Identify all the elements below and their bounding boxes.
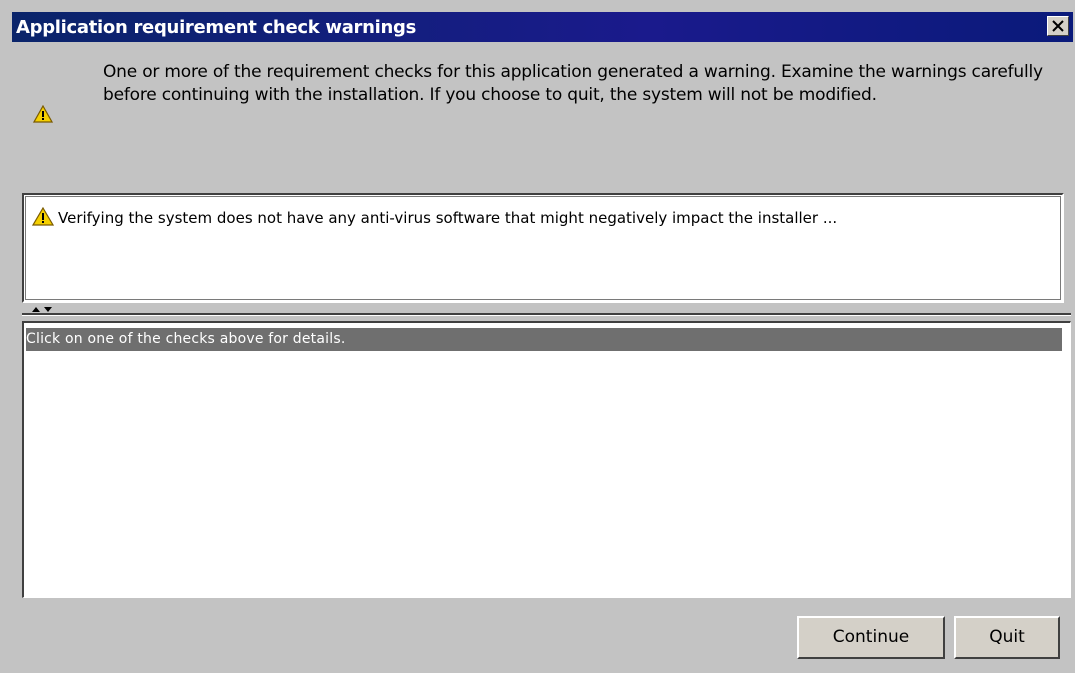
window-title: Application requirement check warnings bbox=[16, 17, 417, 38]
title-bar[interactable]: Application requirement check warnings bbox=[12, 12, 1073, 42]
quit-button[interactable]: Quit bbox=[954, 616, 1060, 659]
close-button[interactable] bbox=[1047, 16, 1069, 36]
pane-splitter[interactable] bbox=[22, 305, 1073, 319]
checks-list[interactable]: Verifying the system does not have any a… bbox=[22, 193, 1064, 303]
check-item[interactable]: Verifying the system does not have any a… bbox=[32, 207, 837, 227]
splitter-line bbox=[22, 313, 1071, 316]
warning-icon bbox=[33, 105, 53, 123]
close-icon bbox=[1052, 20, 1064, 32]
warning-message: One or more of the requirement checks fo… bbox=[103, 62, 1043, 105]
warning-icon bbox=[32, 207, 54, 226]
details-panel: Click on one of the checks above for det… bbox=[22, 321, 1071, 598]
continue-button[interactable]: Continue bbox=[797, 616, 945, 659]
details-header: Click on one of the checks above for det… bbox=[26, 328, 1062, 351]
check-item-label: Verifying the system does not have any a… bbox=[58, 209, 838, 227]
requirement-warnings-dialog: Application requirement check warnings O… bbox=[0, 0, 1075, 673]
